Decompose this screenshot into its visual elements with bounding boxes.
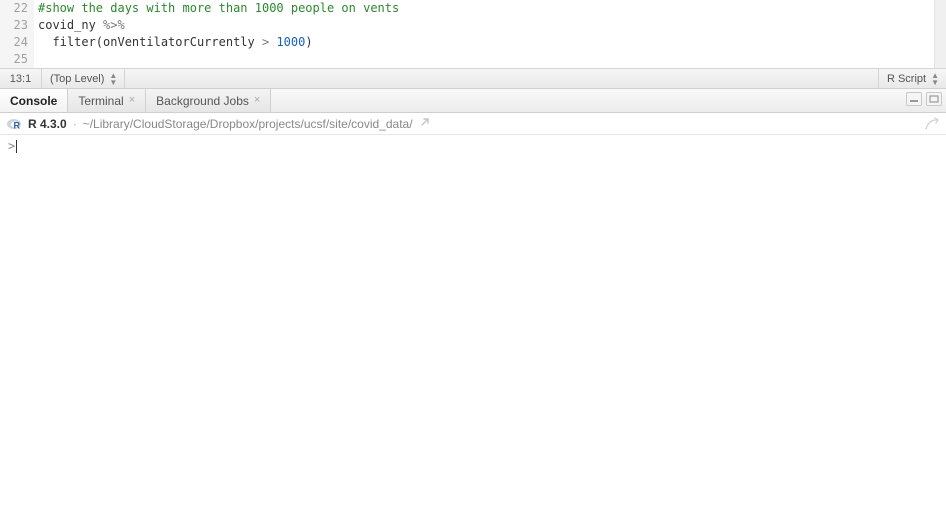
code-line[interactable]: covid_ny %>% (38, 17, 946, 34)
tab-label: Console (10, 94, 57, 108)
code-line[interactable] (38, 51, 946, 68)
tab-background-jobs[interactable]: Background Jobs × (146, 89, 271, 112)
updown-icon: ▲▼ (931, 72, 938, 86)
console-prompt: > (8, 139, 15, 153)
line-number: 25 (0, 51, 28, 68)
source-editor-pane: 22232425 #show the days with more than 1… (0, 0, 946, 89)
code-text[interactable]: #show the days with more than 1000 peopl… (34, 0, 946, 68)
line-number: 22 (0, 0, 28, 17)
minimize-pane-button[interactable] (906, 92, 922, 106)
r-logo-icon: R (6, 116, 22, 132)
console-cursor (16, 140, 17, 153)
line-number-gutter: 22232425 (0, 0, 34, 68)
cursor-position: 13:1 (0, 69, 42, 88)
maximize-pane-button[interactable] (926, 92, 942, 106)
line-number: 24 (0, 34, 28, 51)
close-icon[interactable]: × (129, 95, 135, 106)
tab-console[interactable]: Console (0, 89, 68, 112)
console-info-bar: R R 4.3.0 · ~/Library/CloudStorage/Dropb… (0, 113, 946, 135)
scope-label: (Top Level) (50, 73, 104, 85)
separator-dot: · (73, 117, 77, 131)
r-version: R 4.3.0 (28, 117, 67, 131)
console-tabs: Console Terminal × Background Jobs × (0, 89, 946, 113)
tab-label: Background Jobs (156, 94, 249, 108)
language-label: R Script (887, 73, 926, 85)
editor-status-bar: 13:1 (Top Level) ▲▼ R Script ▲▼ (0, 68, 946, 88)
code-line[interactable]: #show the days with more than 1000 peopl… (38, 0, 946, 17)
tab-label: Terminal (78, 94, 123, 108)
close-icon[interactable]: × (254, 95, 260, 106)
tab-terminal[interactable]: Terminal × (68, 89, 146, 112)
console-output[interactable]: > (0, 135, 946, 527)
code-area[interactable]: 22232425 #show the days with more than 1… (0, 0, 946, 68)
pane-controls (906, 92, 942, 106)
language-selector[interactable]: R Script ▲▼ (878, 69, 946, 88)
code-line[interactable]: filter(onVentilatorCurrently > 1000) (38, 34, 946, 51)
working-directory[interactable]: ~/Library/CloudStorage/Dropbox/projects/… (83, 117, 413, 131)
scope-selector[interactable]: (Top Level) ▲▼ (42, 69, 125, 88)
clear-console-icon[interactable] (924, 117, 940, 134)
line-number: 23 (0, 17, 28, 34)
svg-text:R: R (14, 120, 21, 130)
popout-icon[interactable] (419, 116, 431, 131)
editor-scrollbar[interactable] (934, 0, 946, 68)
updown-icon: ▲▼ (109, 72, 116, 86)
